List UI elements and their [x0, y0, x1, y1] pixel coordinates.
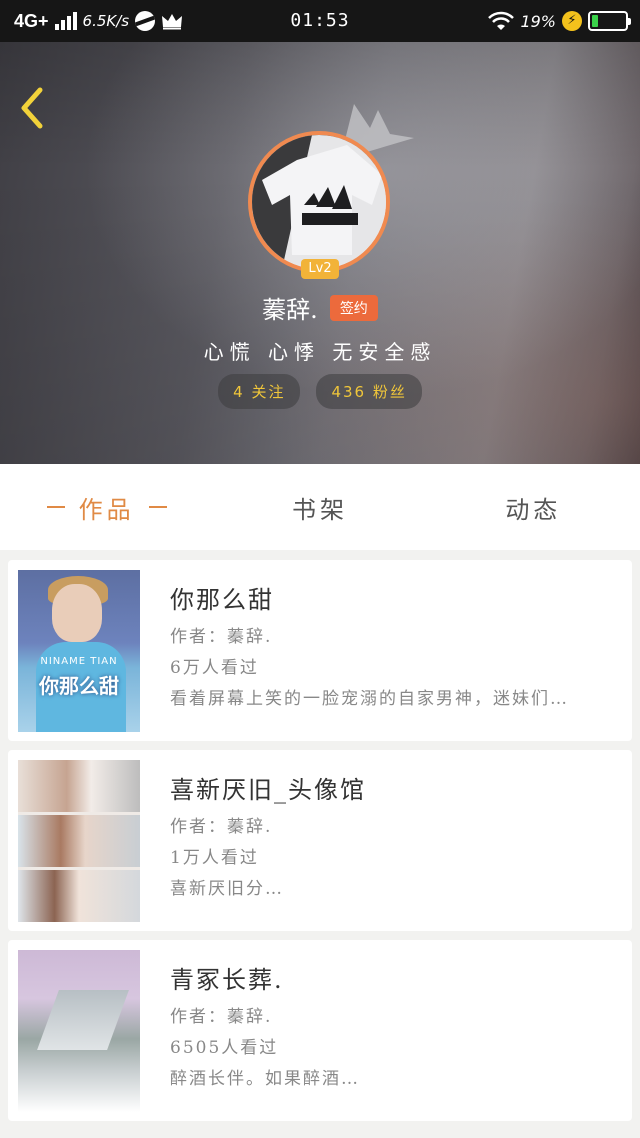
work-author: 作者：蓁辞. [170, 1007, 273, 1027]
followers-button[interactable]: 436 粉丝 [316, 374, 422, 409]
work-excerpt: 喜新厌旧分… [170, 879, 284, 899]
back-arrow-icon[interactable] [14, 82, 54, 132]
avatar[interactable] [248, 131, 390, 273]
tab-works[interactable]: 作品 [0, 464, 213, 550]
tab-indicator-left [46, 506, 65, 508]
status-right: 19% ⚡ [488, 9, 631, 33]
status-bar: 4G+ 6.5K/s 01:53 19% ⚡ [0, 0, 640, 42]
work-excerpt: 看着屏幕上笑的一脸宠溺的自家男神，迷妹们… [170, 689, 569, 709]
work-author: 作者：蓁辞. [170, 627, 273, 647]
work-info: 你那么甜 作者：蓁辞. 6万人看过 看着屏幕上笑的一脸宠溺的自家男神，迷妹们… [170, 580, 620, 709]
work-title: 你那么甜 [170, 586, 274, 614]
work-title: 喜新厌旧_头像馆 [170, 776, 366, 804]
work-author: 作者：蓁辞. [170, 817, 273, 837]
work-views: 6505人看过 [170, 1038, 279, 1058]
work-card[interactable]: 青冢长葬. 作者：蓁辞. 6505人看过 醉酒长伴。如果醉酒… [8, 940, 632, 1121]
cover-road [37, 990, 129, 1050]
work-info: 喜新厌旧_头像馆 作者：蓁辞. 1万人看过 喜新厌旧分… [170, 770, 620, 899]
cover-panel [18, 760, 140, 812]
tab-activity-label: 动态 [505, 495, 562, 524]
avatar-image [252, 135, 386, 269]
tab-bookshelf[interactable]: 书架 [213, 464, 426, 550]
cover-subtitle: NINAME TIAN [40, 656, 118, 667]
follow-stats: 4 关注 436 粉丝 [0, 374, 640, 409]
cover-title: 你那么甜 [39, 674, 119, 698]
cover-panel [18, 870, 140, 922]
work-cover-image: NINAME TIAN 你那么甜 [18, 570, 140, 732]
work-views: 1万人看过 [170, 848, 259, 868]
cover-panel [18, 815, 140, 867]
tab-bookshelf-label: 书架 [291, 495, 348, 524]
charging-icon: ⚡ [562, 11, 582, 31]
work-card[interactable]: NINAME TIAN 你那么甜 你那么甜 作者：蓁辞. 6万人看过 看着屏幕上… [8, 560, 632, 741]
cover-figure-face [52, 584, 102, 642]
wifi-icon [488, 11, 515, 30]
work-cover-image [18, 760, 140, 922]
avatar-container: Lv2 [248, 131, 390, 279]
user-bio: 心慌 心悸 无安全感 [203, 340, 437, 364]
following-button[interactable]: 4 关注 [218, 374, 301, 409]
work-excerpt: 醉酒长伴。如果醉酒… [170, 1069, 360, 1089]
username: 蓁辞. [262, 296, 318, 324]
work-cover-image [18, 950, 140, 1112]
tab-indicator-right [148, 506, 167, 508]
name-row: 蓁辞. 签约 [0, 290, 640, 325]
tab-activity[interactable]: 动态 [427, 464, 640, 550]
work-info: 青冢长葬. 作者：蓁辞. 6505人看过 醉酒长伴。如果醉酒… [170, 960, 620, 1089]
battery-percent: 19% [520, 11, 556, 31]
signed-badge: 签约 [329, 294, 378, 321]
level-badge: Lv2 [301, 259, 339, 279]
work-views: 6万人看过 [170, 658, 259, 678]
work-title: 青冢长葬. [170, 966, 284, 994]
profile-header: Lv2 蓁辞. 签约 心慌 心悸 无安全感 4 关注 436 粉丝 [0, 42, 640, 464]
profile-tabs: 作品 书架 动态 [0, 464, 640, 550]
tab-works-label: 作品 [78, 495, 135, 524]
work-card[interactable]: 喜新厌旧_头像馆 作者：蓁辞. 1万人看过 喜新厌旧分… [8, 750, 632, 931]
battery-fill [592, 15, 599, 27]
battery-icon [588, 11, 631, 31]
works-list: NINAME TIAN 你那么甜 你那么甜 作者：蓁辞. 6万人看过 看着屏幕上… [8, 560, 632, 1130]
